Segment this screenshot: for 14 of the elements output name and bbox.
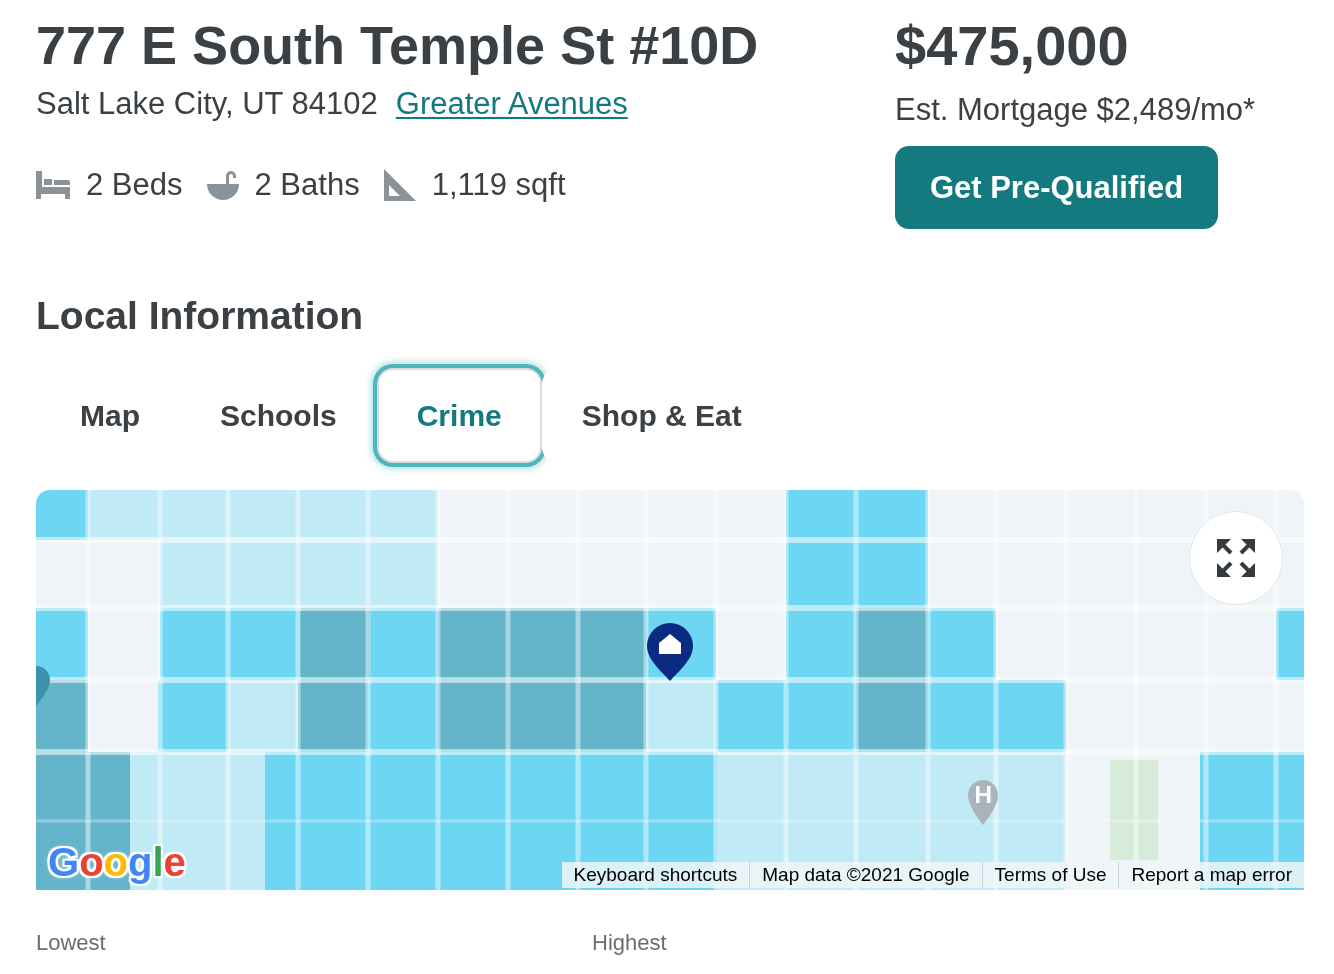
section-heading: Local Information — [36, 294, 365, 338]
mortgage-estimate: Est. Mortgage $2,489/mo* — [895, 92, 1257, 128]
neighborhood-link[interactable]: Greater Avenues — [395, 86, 628, 122]
feature-label: 2 Beds — [86, 167, 183, 203]
listing-price: $475,000 — [895, 15, 1130, 77]
feature-label: 1,119 sqft — [431, 167, 566, 203]
bed-icon — [36, 171, 70, 199]
legend-high-label: Highest — [592, 930, 668, 956]
feature-label: 2 Baths — [254, 167, 360, 203]
pre-qualify-button[interactable]: Get Pre-Qualified — [895, 146, 1218, 229]
bathtub-icon — [206, 169, 239, 201]
listing-address: 777 E South Temple St #10D — [36, 15, 760, 75]
city-state-zip: Salt Lake City, UT 84102 — [36, 86, 378, 122]
legend-low-label: Lowest — [36, 930, 107, 956]
